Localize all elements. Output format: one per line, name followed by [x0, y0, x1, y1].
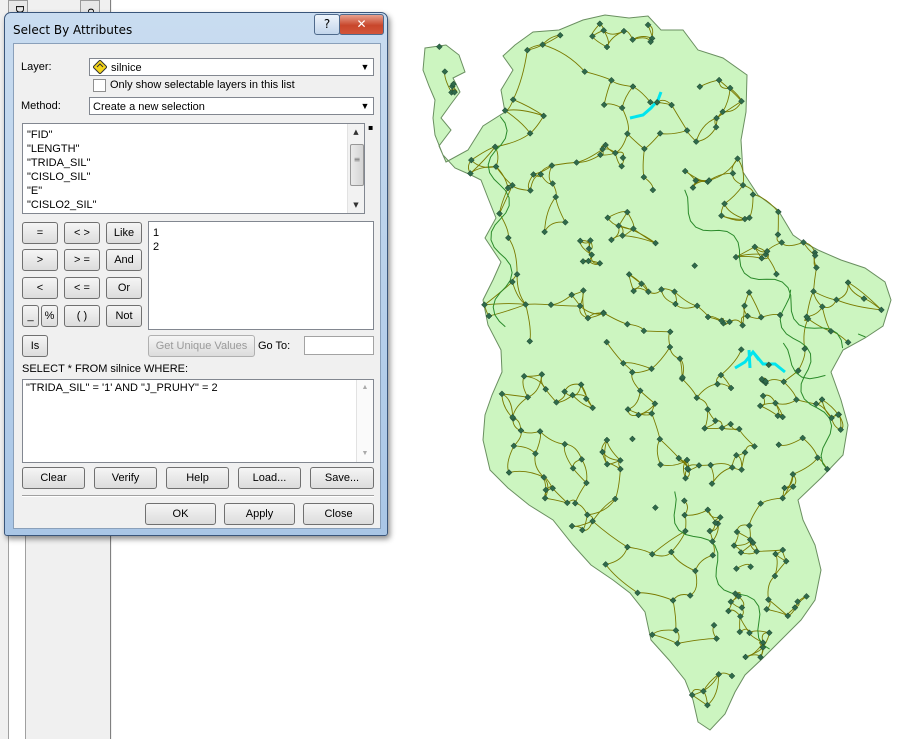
resize-grip-icon[interactable]: ▪ — [368, 123, 373, 132]
select-by-attributes-dialog: Select By Attributes ? ✕ Layer: silnice … — [4, 12, 388, 536]
layer-label: Layer: — [21, 61, 52, 73]
title-close-button[interactable]: ✕ — [339, 14, 384, 35]
help-button[interactable]: Help — [166, 467, 229, 489]
goto-label: Go To: — [258, 340, 291, 352]
only-selectable-label: Only show selectable layers in this list — [110, 79, 295, 91]
op-like-button[interactable]: Like — [106, 222, 142, 244]
field-list-item[interactable]: "FID" — [23, 128, 364, 142]
close-button[interactable]: Close — [303, 503, 374, 525]
scroll-up-icon[interactable]: ▲ — [357, 380, 373, 396]
op-is-button[interactable]: Is — [22, 335, 48, 357]
op-underscore-button[interactable]: _ — [22, 305, 39, 327]
method-dropdown-value: Create a new selection — [93, 101, 205, 113]
op-or-button[interactable]: Or — [106, 277, 142, 299]
op-not-equals-button[interactable]: < > — [64, 222, 100, 244]
scroll-down-icon[interactable]: ▼ — [357, 446, 373, 462]
title-help-button[interactable]: ? — [314, 14, 340, 35]
op-greater-equal-button[interactable]: > = — [64, 249, 100, 271]
method-dropdown[interactable]: Create a new selection ▼ — [89, 97, 374, 115]
sql-scrollbar[interactable]: ▲ ▼ — [356, 380, 373, 462]
field-list-item[interactable]: "LENGTH" — [23, 142, 364, 156]
field-list-item[interactable]: "CISLO2_SIL" — [23, 198, 364, 212]
chevron-down-icon[interactable]: ▼ — [358, 60, 372, 74]
clear-button[interactable]: Clear — [22, 467, 85, 489]
load-button[interactable]: Load... — [238, 467, 301, 489]
chevron-down-icon[interactable]: ▼ — [358, 99, 372, 113]
dialog-client-area: Layer: silnice ▼ Only show selectable la… — [13, 43, 381, 529]
unique-value-item[interactable]: 2 — [149, 240, 373, 254]
layer-dropdown[interactable]: silnice ▼ — [89, 58, 374, 76]
op-not-button[interactable]: Not — [106, 305, 142, 327]
district-polygon — [422, 14, 892, 731]
sql-prefix-label: SELECT * FROM silnice WHERE: — [22, 363, 189, 375]
op-parens-button[interactable]: ( ) — [64, 305, 100, 327]
op-equals-button[interactable]: = — [22, 222, 58, 244]
dialog-titlebar[interactable]: Select By Attributes ? ✕ — [5, 13, 387, 43]
method-label: Method: — [21, 100, 61, 112]
layer-diamond-icon — [92, 59, 108, 75]
button-separator — [22, 495, 374, 497]
field-list-scrollbar[interactable]: ▲ ≡ ▼ — [347, 124, 364, 213]
only-selectable-checkbox[interactable] — [93, 79, 106, 92]
field-list[interactable]: "FID" "LENGTH" "TRIDA_SIL" "CISLO_SIL" "… — [22, 123, 365, 214]
op-greater-button[interactable]: > — [22, 249, 58, 271]
unique-value-item[interactable]: 1 — [149, 226, 373, 240]
dialog-title: Select By Attributes — [13, 23, 133, 37]
scroll-thumb[interactable]: ≡ — [350, 144, 364, 186]
goto-input[interactable] — [304, 336, 374, 355]
verify-button[interactable]: Verify — [94, 467, 157, 489]
scroll-down-icon[interactable]: ▼ — [348, 197, 364, 213]
field-list-item[interactable]: "CISLO_SIL" — [23, 170, 364, 184]
sql-expression-text[interactable]: "TRIDA_SIL" = '1' AND "J_PRUHY" = 2 — [26, 382, 218, 394]
op-less-button[interactable]: < — [22, 277, 58, 299]
apply-button[interactable]: Apply — [224, 503, 295, 525]
layer-dropdown-value: silnice — [111, 62, 142, 74]
unique-values-list[interactable]: 1 2 — [148, 221, 374, 330]
save-button[interactable]: Save... — [310, 467, 374, 489]
scroll-up-icon[interactable]: ▲ — [348, 124, 364, 140]
ok-button[interactable]: OK — [145, 503, 216, 525]
op-and-button[interactable]: And — [106, 249, 142, 271]
op-percent-button[interactable]: % — [41, 305, 58, 327]
sql-expression-box[interactable]: "TRIDA_SIL" = '1' AND "J_PRUHY" = 2 ▲ ▼ — [22, 379, 374, 463]
get-unique-values-button[interactable]: Get Unique Values — [148, 335, 255, 357]
field-list-item[interactable]: "E" — [23, 184, 364, 198]
op-less-equal-button[interactable]: < = — [64, 277, 100, 299]
field-list-item[interactable]: "TRIDA_SIL" — [23, 156, 364, 170]
